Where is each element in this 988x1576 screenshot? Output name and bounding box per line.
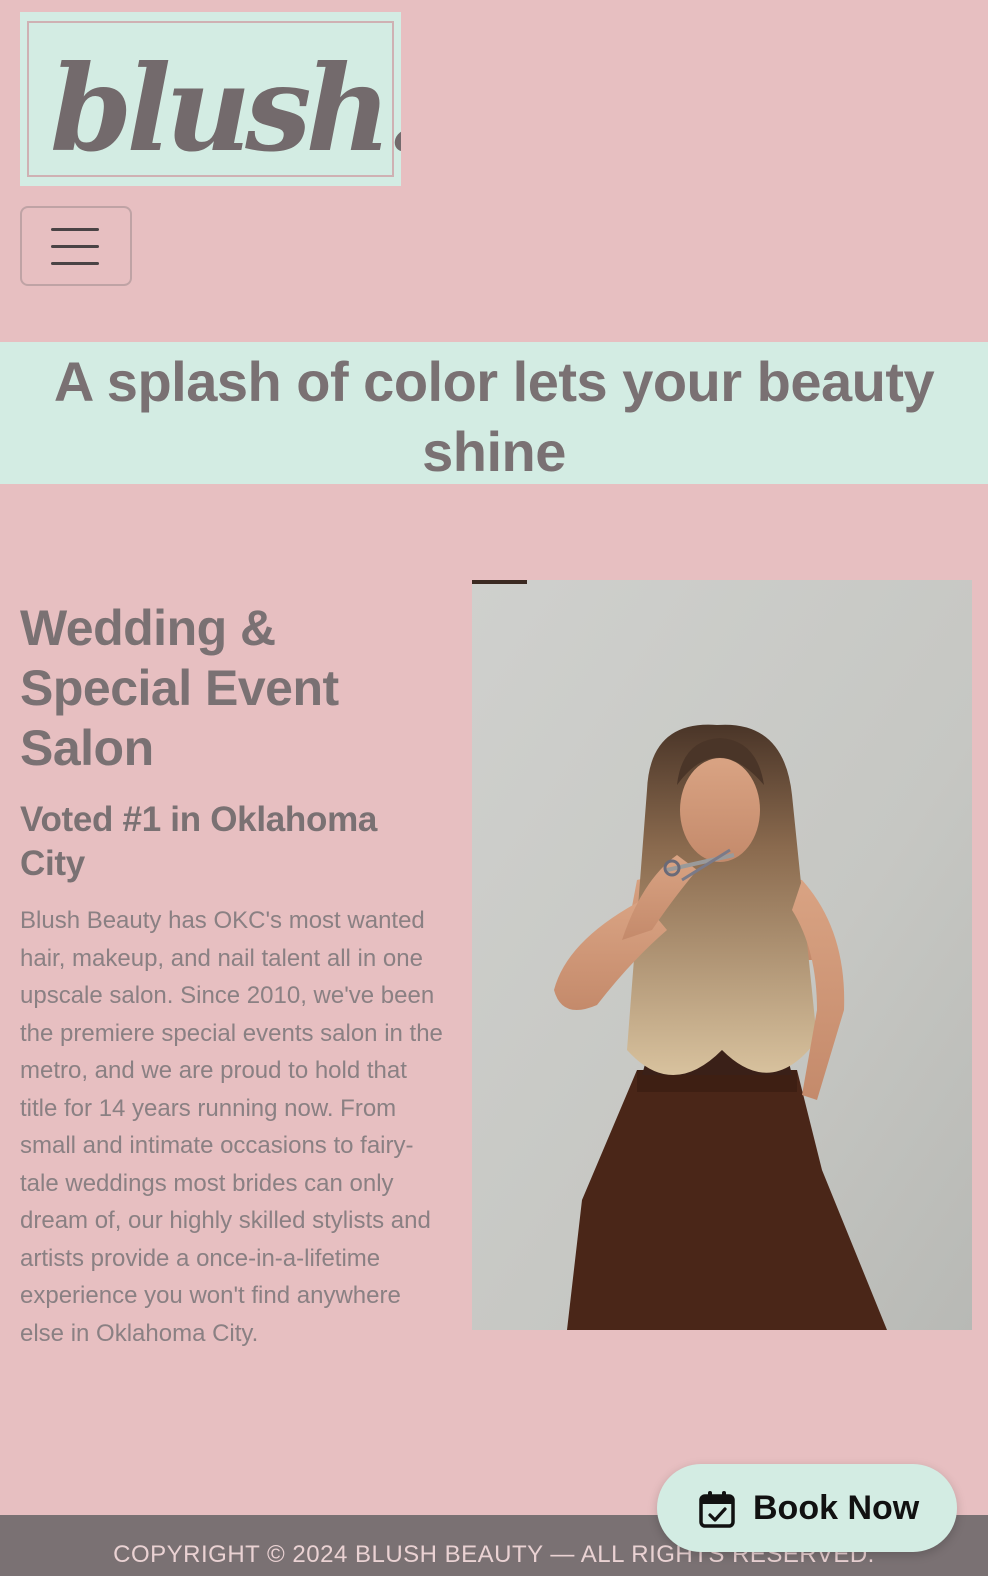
stylist-photo	[472, 580, 972, 1330]
book-now-button[interactable]: Book Now	[657, 1464, 957, 1552]
intro-title: Wedding & Special Event Salon	[20, 600, 339, 776]
hero-banner: A splash of color lets your beauty shine	[0, 342, 988, 484]
logo-wordmark: blush.	[50, 39, 401, 178]
intro-subtitle: Voted #1 in Oklahoma City	[20, 800, 378, 883]
hamburger-menu-icon	[51, 228, 99, 265]
book-now-label: Book Now	[753, 1489, 920, 1527]
svg-text:blush.: blush.	[50, 39, 401, 178]
intro-section: Wedding & Special Event Salon Voted #1 i…	[20, 598, 450, 1352]
intro-body: Blush Beauty has OKC's most wanted hair,…	[20, 907, 443, 1347]
hero-headline: A splash of color lets your beauty shine	[53, 350, 935, 483]
calendar-check-icon	[699, 1491, 735, 1528]
site-header: blush.	[0, 0, 988, 342]
blush-logo[interactable]: blush.	[20, 12, 401, 186]
hamburger-menu-button[interactable]	[20, 206, 132, 286]
